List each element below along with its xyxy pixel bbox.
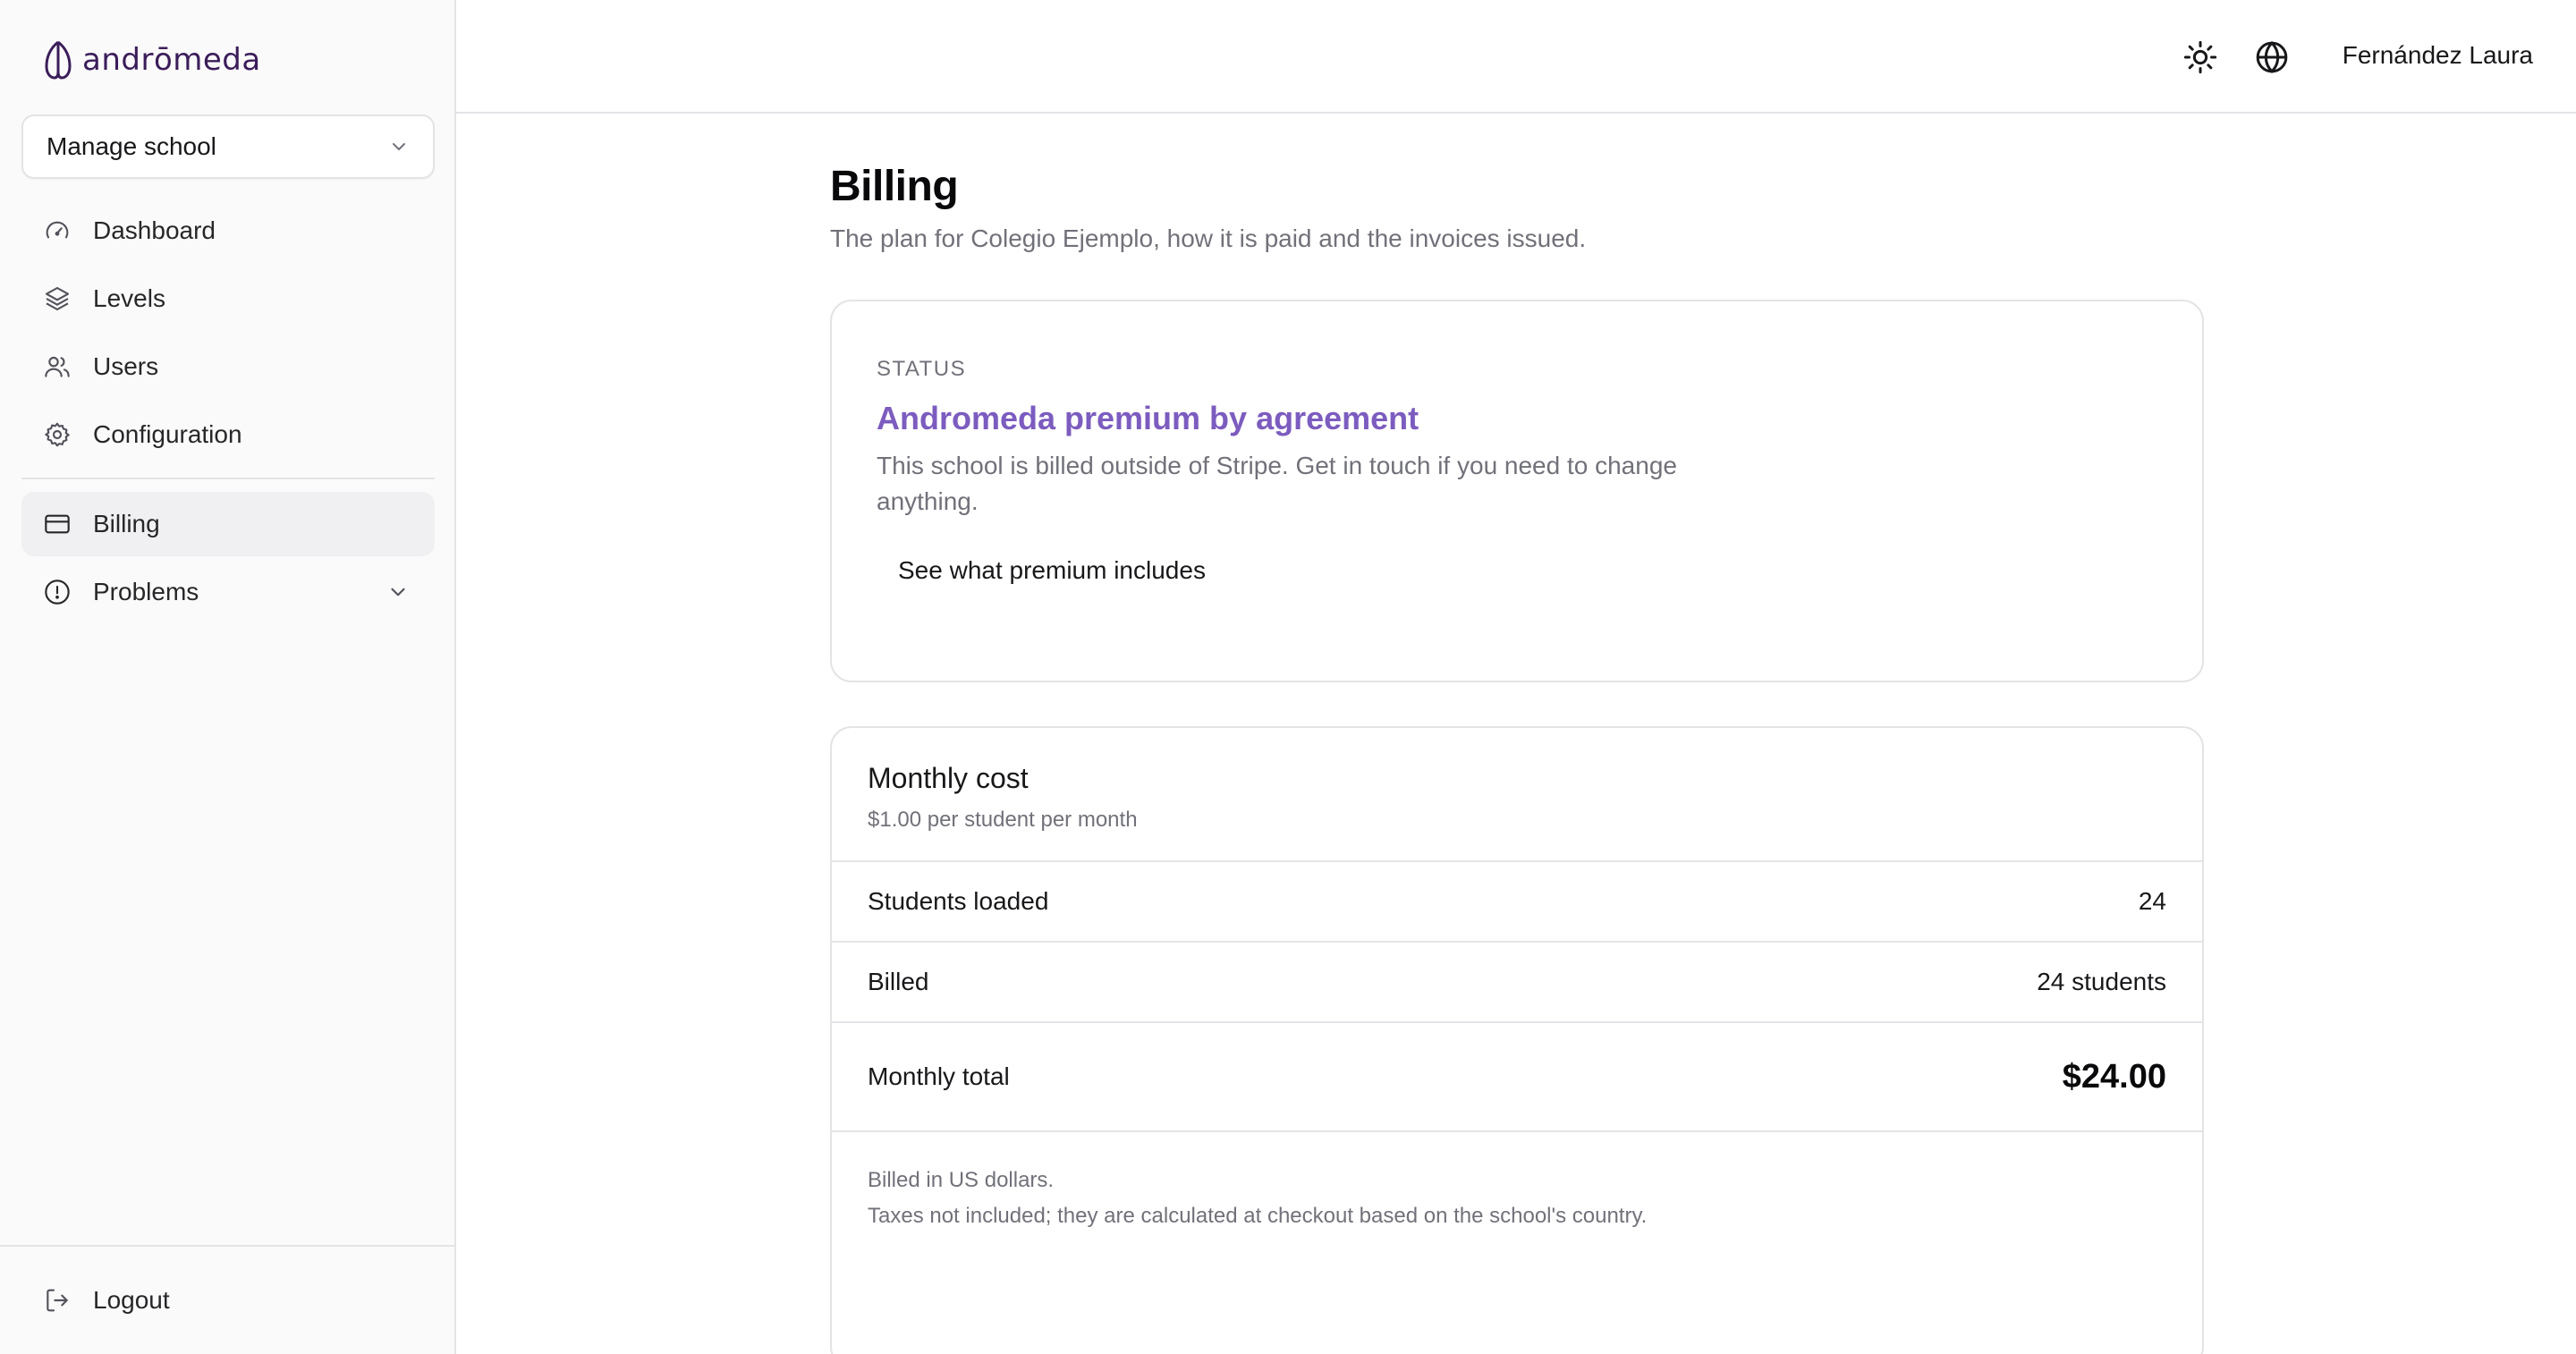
row-monthly-total: Monthly total $24.00: [832, 1023, 2202, 1132]
sidebar-divider: [21, 478, 435, 479]
sidebar-item-configuration[interactable]: Configuration: [21, 402, 435, 467]
row-label: Monthly total: [868, 1062, 1010, 1090]
see-premium-button[interactable]: See what premium includes: [877, 545, 1227, 597]
row-label: Billed: [868, 968, 929, 995]
brand-name: andrōmeda: [82, 42, 261, 78]
row-billed: Billed 24 students: [832, 943, 2202, 1023]
billing-note: Taxes not included; they are calculated …: [868, 1204, 1648, 1228]
andromeda-logo-icon: [45, 40, 72, 80]
sidebar-item-label: Users: [93, 352, 159, 380]
sidebar-item-dashboard[interactable]: Dashboard: [21, 199, 435, 263]
globe-icon[interactable]: [2254, 39, 2290, 75]
chevron-down-icon: [393, 143, 405, 150]
row-value: 24 students: [2037, 968, 2166, 995]
user-menu[interactable]: Fernández Laura: [2343, 41, 2533, 70]
sidebar-item-label: Problems: [93, 578, 199, 605]
top-bar: Fernández Laura: [456, 0, 2576, 114]
sidebar-item-label: Levels: [93, 284, 165, 312]
alert-circle-icon: [45, 580, 70, 605]
plan-description: This school is billed outside of Stripe.…: [877, 452, 1677, 515]
logout-label: Logout: [93, 1286, 170, 1314]
page-title: Billing: [830, 163, 959, 210]
sidebar-item-problems[interactable]: Problems: [21, 560, 435, 624]
sidebar-item-label: Billing: [93, 510, 160, 537]
billing-note: Billed in US dollars.: [868, 1168, 1055, 1192]
row-value: 24: [2138, 887, 2166, 915]
billing-notes: Billed in US dollars. Taxes not included…: [832, 1132, 2202, 1234]
status-eyebrow: STATUS: [877, 357, 967, 381]
sidebar-item-label: Configuration: [93, 420, 242, 448]
monthly-cost-rate: $1.00 per student per month: [868, 808, 1138, 832]
logout-icon: [47, 1289, 68, 1312]
sidebar-nav: Dashboard Levels Users Configuration Bil…: [21, 199, 435, 624]
chevron-down-icon[interactable]: [386, 580, 410, 604]
monthly-cost-card: Monthly cost $1.00 per student per month…: [830, 726, 2204, 1354]
gauge-icon: [46, 221, 69, 239]
sun-icon[interactable]: [2182, 39, 2218, 75]
app-root: andrōmeda Manage school Dashboard Levels: [0, 0, 2576, 1354]
sidebar-item-levels[interactable]: Levels: [21, 267, 435, 331]
sidebar-item-users[interactable]: Users: [21, 334, 435, 399]
sidebar: andrōmeda Manage school Dashboard Levels: [0, 0, 456, 1354]
logout-button[interactable]: Logout: [21, 1268, 435, 1333]
manage-school-label: Manage school: [47, 132, 216, 160]
monthly-cost-header: Monthly cost $1.00 per student per month: [832, 728, 2202, 862]
sidebar-item-label: Dashboard: [93, 216, 216, 244]
monthly-total-value: $24.00: [2062, 1057, 2166, 1096]
plan-status-card: STATUS Andromeda premium by agreement Th…: [830, 300, 2204, 682]
row-label: Students loaded: [868, 887, 1049, 915]
layers-icon: [45, 286, 70, 311]
gear-icon: [45, 422, 70, 447]
sidebar-footer: Logout: [0, 1245, 454, 1354]
users-icon: [45, 356, 70, 377]
monthly-cost-title: Monthly cost: [868, 762, 1029, 794]
plan-title: Andromeda premium by agreement: [877, 400, 1419, 436]
manage-school-select[interactable]: Manage school: [21, 114, 435, 179]
page-subtitle: The plan for Colegio Ejemplo, how it is …: [830, 224, 1587, 252]
credit-card-icon: [45, 514, 70, 534]
brand-logo[interactable]: andrōmeda: [39, 38, 261, 82]
sidebar-item-billing[interactable]: Billing: [21, 492, 435, 556]
row-students-loaded: Students loaded 24: [832, 862, 2202, 943]
